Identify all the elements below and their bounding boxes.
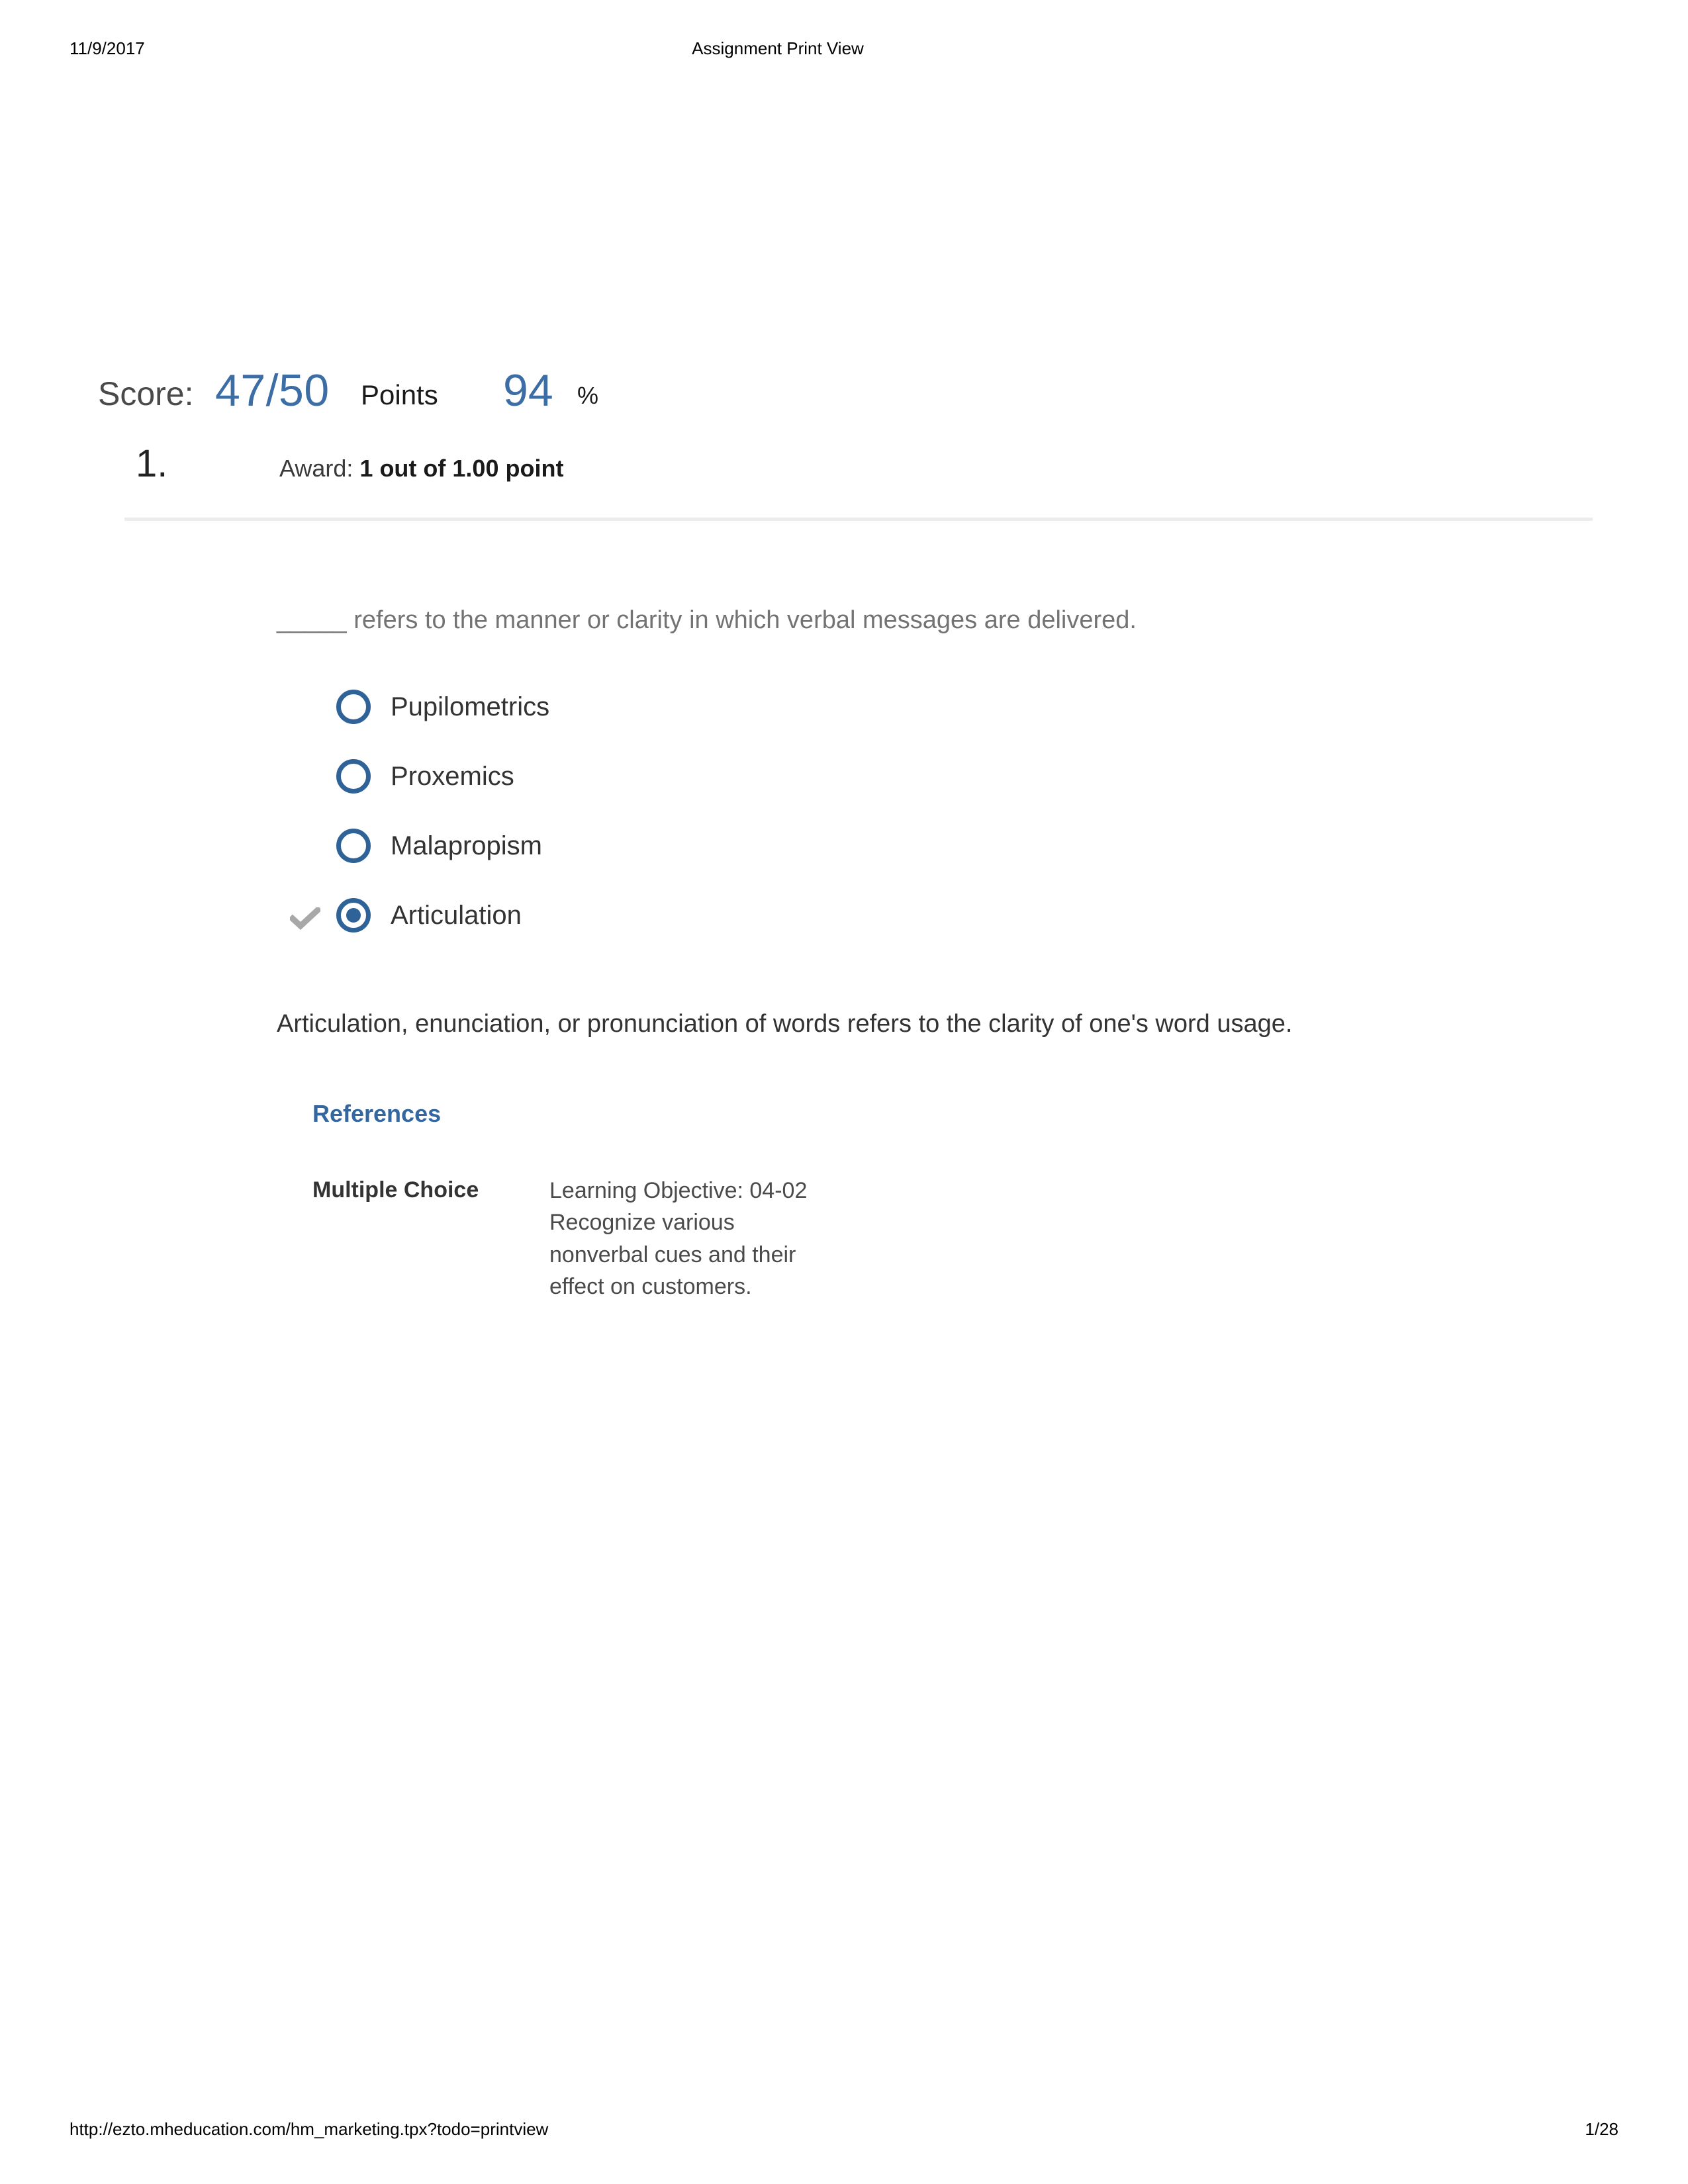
option-label: Proxemics [391,762,514,791]
option-row[interactable]: Proxemics [285,746,1211,815]
option-label: Pupilometrics [391,692,550,721]
award-label: Award: [279,455,353,482]
question-stem: _____ refers to the manner or clarity in… [277,606,1137,634]
question-type-label: Multiple Choice [312,1177,479,1203]
radio-button-icon[interactable] [336,829,371,863]
question-number: 1. [136,442,168,485]
score-percent-symbol: % [577,382,599,409]
award-value: 1 out of 1.00 point [359,455,564,482]
question-divider [124,518,1593,521]
learning-objective-text: Learning Objective: 04-02 Recognize vari… [549,1178,808,1299]
radio-button-icon[interactable] [336,759,371,794]
print-header: 11/9/2017 Assignment Print View [0,38,1688,65]
option-row[interactable]: Malapropism [285,815,1211,885]
score-percent-value: 94 [503,365,553,416]
answer-explanation: Articulation, enunciation, or pronunciat… [277,1010,1293,1038]
correct-answer-check-icon [290,907,320,930]
award-row: Award: 1 out of 1.00 point [279,457,563,480]
radio-button-selected-icon[interactable] [336,898,371,933]
score-points-label: Points [361,379,438,410]
score-summary: Score: 47/50 Points 94 % [0,357,1688,416]
print-source-url: http://ezto.mheducation.com/hm_marketing… [70,2119,549,2139]
score-label: Score: [98,375,194,412]
print-title: Assignment Print View [692,38,864,58]
option-row[interactable]: Pupilometrics [285,676,1211,746]
option-label: Articulation [391,901,522,930]
answer-options: Pupilometrics Proxemics Malapropism Arti… [285,676,1211,954]
score-value: 47/50 [215,365,330,416]
print-footer: http://ezto.mheducation.com/hm_marketing… [0,2119,1688,2146]
references-heading[interactable]: References [312,1102,441,1126]
radio-button-icon[interactable] [336,690,371,724]
option-row[interactable]: Articulation [285,885,1211,954]
option-label: Malapropism [391,831,542,860]
print-page-indicator: 1/28 [1585,2119,1618,2139]
